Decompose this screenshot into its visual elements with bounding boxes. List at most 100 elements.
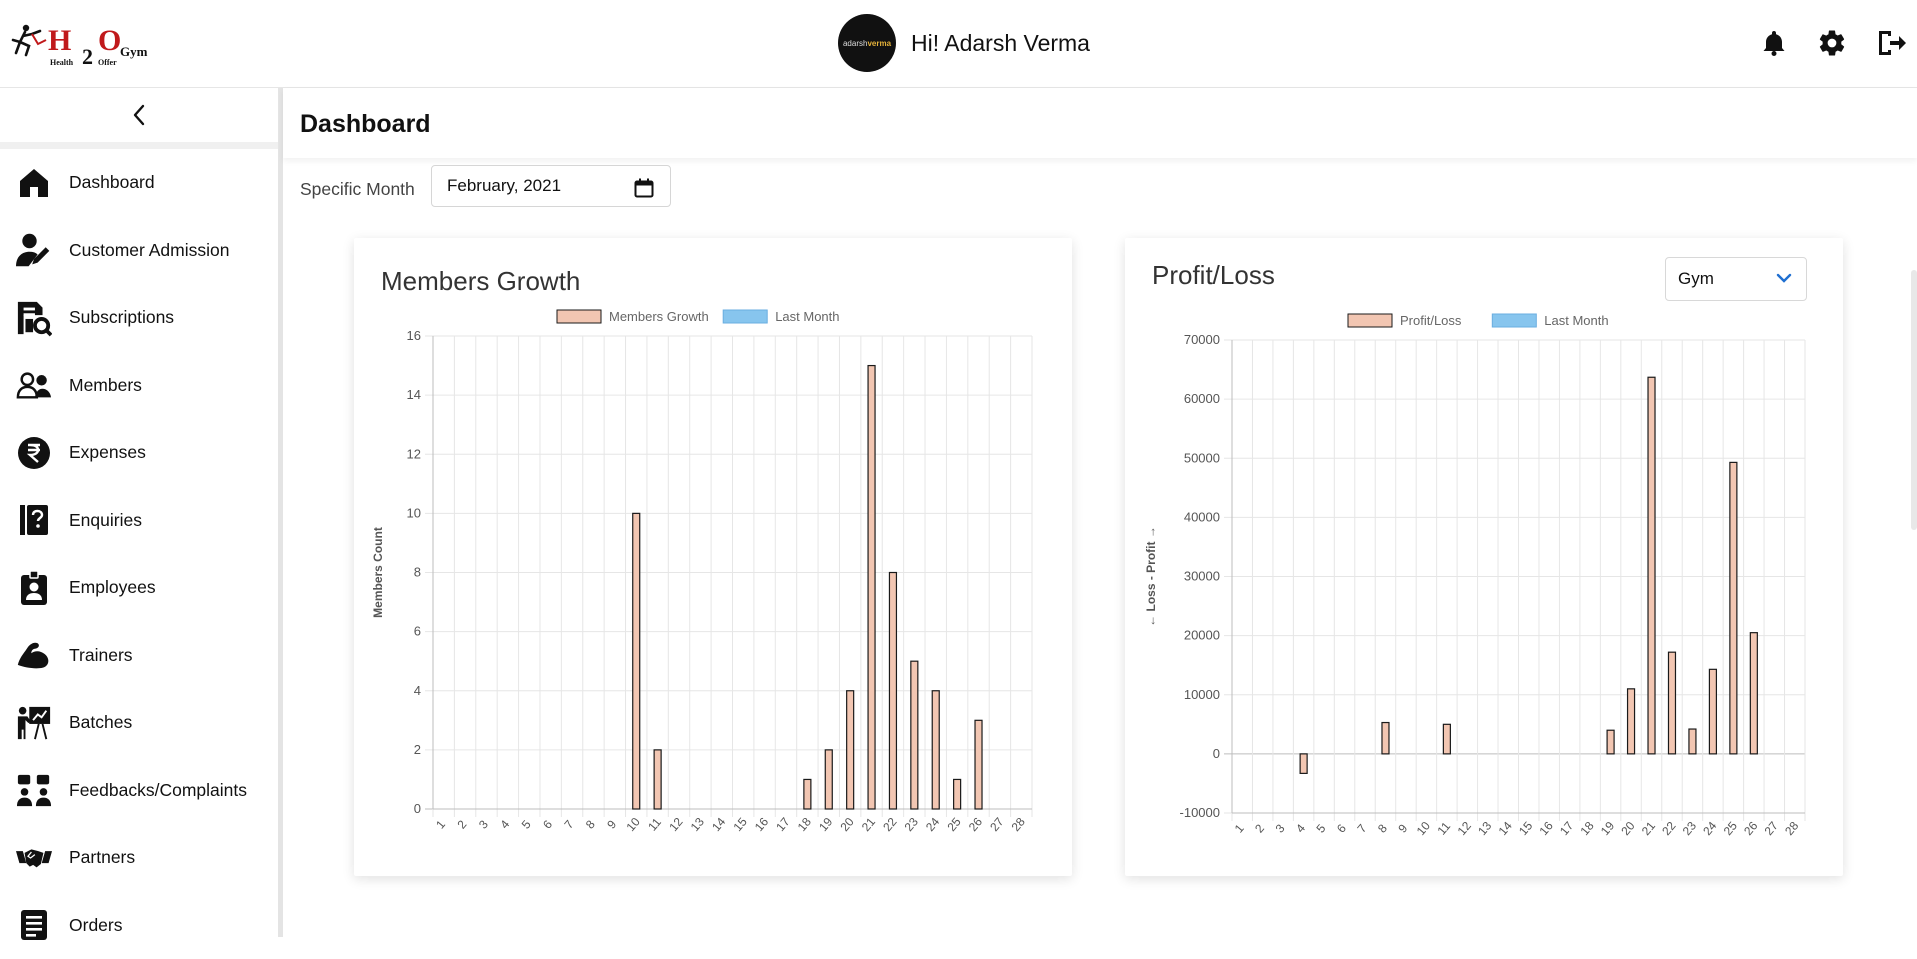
x-tick-label: 12 [666, 815, 686, 834]
bar [654, 750, 661, 809]
bar [954, 779, 961, 809]
x-tick-label: 22 [1659, 819, 1679, 838]
x-tick-label: 4 [497, 817, 512, 831]
sidebar-item-partners[interactable]: Partners [0, 824, 278, 892]
users-icon [16, 367, 52, 403]
profit-loss-card: Profit/Loss Gym Profit/LossLast Month-10… [1125, 238, 1843, 876]
x-tick-label: 25 [944, 815, 964, 834]
x-tick-label: 22 [880, 815, 900, 834]
subscription-search-icon [16, 300, 52, 336]
rupee-icon [16, 435, 52, 471]
x-tick-label: 27 [1762, 819, 1782, 838]
home-icon [16, 165, 52, 201]
bar [1382, 723, 1389, 754]
sidebar-item-batches[interactable]: Batches [0, 689, 278, 757]
x-tick-label: 24 [1700, 819, 1720, 838]
y-tick-label: 16 [407, 328, 421, 343]
x-tick-label: 16 [752, 815, 772, 834]
x-tick-label: 3 [476, 817, 491, 831]
bar [889, 573, 896, 810]
handshake-icon [16, 840, 52, 876]
legend-swatch [557, 310, 601, 323]
bar [1709, 669, 1716, 754]
sidebar-item-orders[interactable]: Orders [0, 892, 278, 959]
x-tick-label: 10 [1414, 819, 1434, 838]
x-tick-label: 6 [1334, 821, 1349, 835]
x-tick-label: 14 [1496, 819, 1516, 838]
bar [975, 720, 982, 809]
top-header: H 2 O Gym Health Offer adarshverma Hi! A… [0, 0, 1917, 88]
x-tick-label: 27 [987, 815, 1007, 834]
y-tick-label: 10 [407, 505, 421, 520]
sidebar-item-subscriptions[interactable]: Subscriptions [0, 284, 278, 352]
bar [1443, 724, 1450, 754]
x-tick-label: 17 [1557, 819, 1577, 838]
app-logo[interactable]: H 2 O Gym Health Offer [10, 22, 140, 66]
x-tick-label: 9 [1395, 821, 1410, 835]
y-tick-label: 60000 [1184, 391, 1220, 406]
x-tick-label: 1 [1232, 821, 1247, 835]
y-tick-label: 40000 [1184, 509, 1220, 524]
x-tick-label: 18 [795, 815, 815, 834]
y-tick-label: 10000 [1184, 687, 1220, 702]
sidebar-item-members[interactable]: Members [0, 352, 278, 420]
page-header: Dashboard [283, 88, 1917, 158]
sidebar-item-label: Trainers [69, 645, 133, 666]
logo-offer-text: Offer [98, 58, 117, 67]
feedback-icon [16, 772, 52, 808]
month-picker-input[interactable]: February, 2021 [431, 165, 671, 207]
x-tick-label: 17 [773, 815, 793, 834]
bar [804, 779, 811, 809]
logout-icon[interactable] [1874, 26, 1908, 60]
x-tick-label: 25 [1721, 819, 1741, 838]
x-tick-label: 26 [966, 815, 986, 834]
x-tick-label: 3 [1273, 821, 1288, 835]
x-tick-label: 23 [902, 815, 922, 834]
legend-label: Last Month [775, 309, 839, 324]
sidebar-item-enquiries[interactable]: Enquiries [0, 487, 278, 555]
specific-month-label: Specific Month [300, 179, 415, 200]
sidebar-item-feedbacks[interactable]: Feedbacks/Complaints [0, 757, 278, 825]
sidebar-item-label: Enquiries [69, 510, 142, 531]
avatar-text-a: adarsh [843, 39, 867, 48]
sidebar-item-customer-admission[interactable]: Customer Admission [0, 217, 278, 285]
legend-swatch [723, 310, 767, 323]
bar [911, 661, 918, 809]
x-tick-label: 15 [1516, 819, 1536, 838]
x-tick-label: 19 [1598, 819, 1618, 838]
greeting-text: Hi! Adarsh Verma [911, 30, 1090, 57]
x-tick-label: 7 [561, 817, 576, 831]
question-book-icon [16, 502, 52, 538]
logo-health-text: Health [50, 58, 73, 67]
sidebar-item-employees[interactable]: Employees [0, 554, 278, 622]
y-tick-label: 50000 [1184, 450, 1220, 465]
orders-icon [16, 907, 52, 943]
sidebar-item-label: Batches [69, 712, 132, 733]
sidebar-item-dashboard[interactable]: Dashboard [0, 149, 278, 217]
bell-icon[interactable] [1757, 26, 1791, 60]
y-tick-label: 0 [1213, 746, 1220, 761]
avatar[interactable]: adarshverma [838, 14, 896, 72]
sidebar-item-label: Dashboard [69, 172, 155, 193]
bar [1668, 652, 1675, 754]
gear-icon[interactable] [1815, 26, 1849, 60]
sidebar-collapse-button[interactable] [0, 88, 278, 149]
bar [1730, 462, 1737, 753]
logo-number-2: 2 [82, 44, 93, 70]
id-badge-icon [16, 570, 52, 606]
sidebar-item-label: Employees [69, 577, 156, 598]
calendar-icon[interactable] [634, 178, 654, 198]
x-tick-label: 10 [624, 815, 644, 834]
x-tick-label: 7 [1354, 821, 1369, 835]
page-scrollbar[interactable] [1911, 270, 1917, 530]
y-tick-label: 2 [414, 742, 421, 757]
y-tick-label: 70000 [1184, 332, 1220, 347]
sidebar-item-trainers[interactable]: Trainers [0, 622, 278, 690]
x-tick-label: 24 [923, 815, 943, 834]
presentation-icon [16, 705, 52, 741]
sidebar-item-label: Feedbacks/Complaints [69, 780, 247, 801]
x-tick-label: 5 [519, 817, 534, 831]
legend-swatch [1348, 314, 1392, 327]
sidebar-item-expenses[interactable]: Expenses [0, 419, 278, 487]
x-tick-label: 9 [604, 817, 619, 831]
